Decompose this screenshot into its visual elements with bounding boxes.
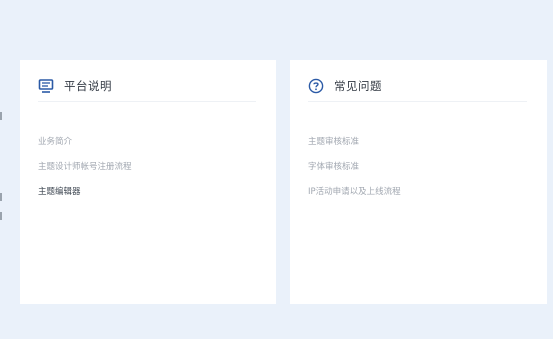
link-business-intro[interactable]: 业务简介 (38, 136, 132, 148)
edge-mark (0, 212, 2, 220)
question-circle-icon (308, 78, 324, 94)
platform-info-title: 平台说明 (64, 78, 112, 93)
platform-info-links: 业务简介 主题设计师帐号注册流程 主题编辑器 (38, 136, 132, 211)
faq-title: 常见问题 (334, 78, 382, 93)
platform-info-card: 平台说明 业务简介 主题设计师帐号注册流程 主题编辑器 (20, 60, 276, 304)
faq-card: 常见问题 主题审核标准 字体审核标准 IP活动申请以及上线流程 (290, 60, 547, 304)
link-theme-editor[interactable]: 主题编辑器 (38, 186, 132, 198)
edge-mark (0, 193, 2, 201)
faq-header: 常见问题 (308, 70, 527, 102)
edge-mark (0, 112, 2, 120)
monitor-icon (38, 78, 54, 94)
link-font-review-standard[interactable]: 字体审核标准 (308, 161, 401, 173)
platform-info-header: 平台说明 (38, 70, 256, 102)
top-strip (0, 0, 553, 30)
link-designer-registration[interactable]: 主题设计师帐号注册流程 (38, 161, 132, 173)
link-theme-review-standard[interactable]: 主题审核标准 (308, 136, 401, 148)
faq-links: 主题审核标准 字体审核标准 IP活动申请以及上线流程 (308, 136, 401, 211)
link-ip-activity-process[interactable]: IP活动申请以及上线流程 (308, 186, 401, 198)
page: 平台说明 业务简介 主题设计师帐号注册流程 主题编辑器 常见问题 主题审核标准 … (0, 0, 553, 339)
